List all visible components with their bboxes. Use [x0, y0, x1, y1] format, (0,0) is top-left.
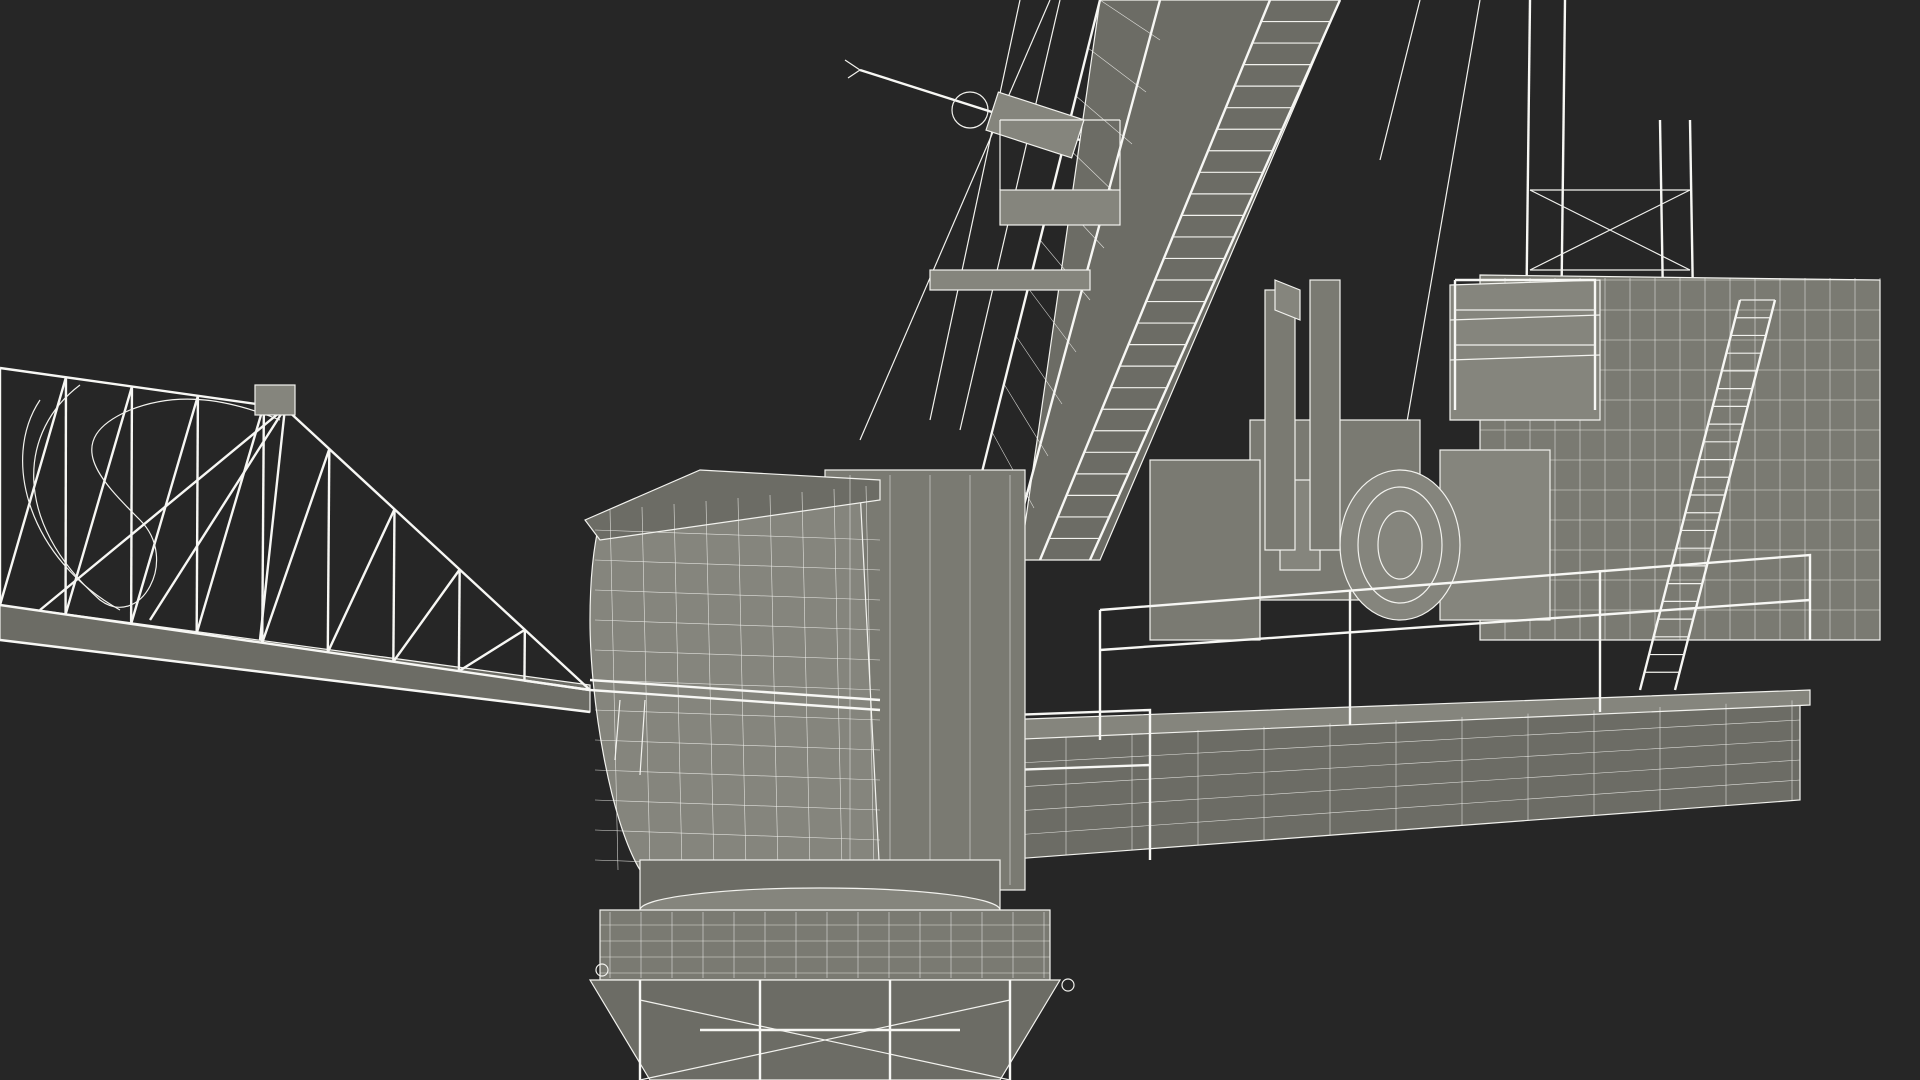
wire-segment [457, 569, 461, 672]
wire-segment [129, 386, 134, 624]
operator-cab [584, 469, 1026, 891]
wire-segment [261, 448, 331, 644]
crane-wireframe-render [0, 0, 1881, 1080]
machinery-deck [999, 689, 1811, 861]
wire-segment [326, 508, 396, 653]
wire-segment [326, 448, 331, 653]
wire-segment [195, 404, 266, 634]
wire-segment [392, 568, 461, 663]
luffing-cylinder [844, 59, 1085, 159]
jib-lattice [0, 366, 591, 714]
wire-segment [458, 628, 526, 673]
wire-segment [129, 395, 200, 625]
slewing-unit [588, 859, 1075, 1080]
wire-segment [392, 509, 396, 662]
wire-segment [195, 395, 200, 634]
wire-segment [39, 407, 286, 611]
